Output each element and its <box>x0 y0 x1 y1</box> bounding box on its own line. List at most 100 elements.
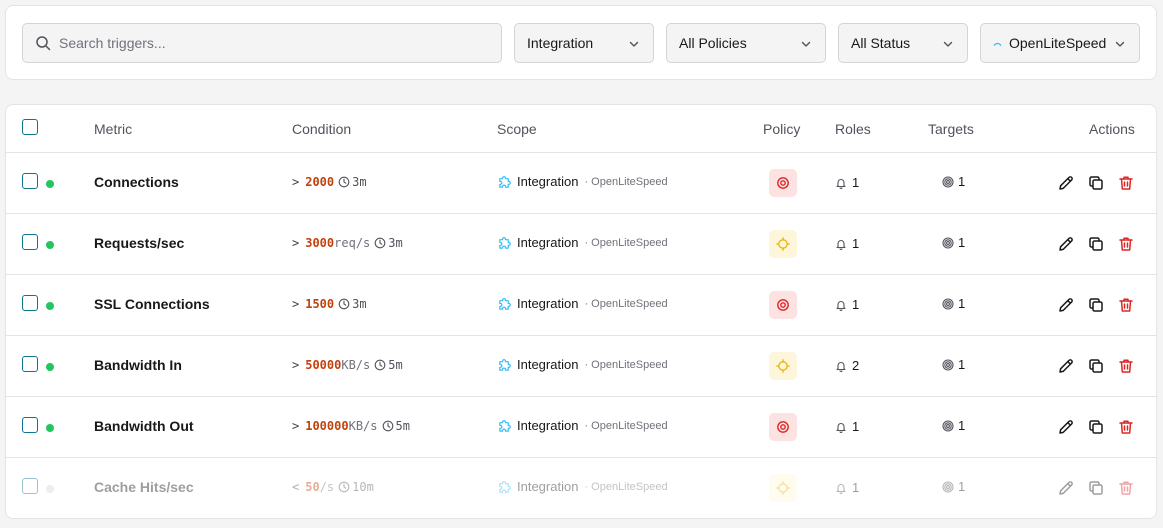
edit-button[interactable] <box>1057 357 1075 375</box>
scope-select-label: Integration <box>527 35 594 51</box>
duplicate-button[interactable] <box>1087 174 1105 192</box>
roles-count[interactable]: 2 <box>835 358 859 373</box>
header-policy[interactable]: Policy <box>763 121 800 137</box>
pencil-icon <box>1059 420 1073 434</box>
pencil-icon <box>1059 176 1073 190</box>
duplicate-button[interactable] <box>1087 235 1105 253</box>
condition-threshold: 3000 <box>305 236 335 250</box>
table-row[interactable]: Connections >2000 3m Integration · OpenLiteS… <box>6 153 1156 214</box>
header-scope[interactable]: Scope <box>497 121 537 137</box>
scope-select[interactable]: Integration <box>514 23 654 63</box>
edit-button[interactable] <box>1057 479 1075 497</box>
edit-button[interactable] <box>1057 418 1075 436</box>
delete-button[interactable] <box>1117 357 1135 375</box>
edit-button[interactable] <box>1057 174 1075 192</box>
roles-count[interactable]: 1 <box>835 480 859 495</box>
pencil-icon <box>1059 481 1073 495</box>
condition-threshold: 50 <box>305 480 320 494</box>
header-metric[interactable]: Metric <box>94 121 132 137</box>
bell-icon <box>836 300 846 311</box>
table-row[interactable]: Cache Hits/sec <50/s 10m Integration · OpenL… <box>6 458 1156 518</box>
row-checkbox[interactable] <box>22 417 38 433</box>
header-targets[interactable]: Targets <box>928 121 974 137</box>
filter-bar: Integration All Policies All Status Open… <box>5 5 1157 80</box>
targets-count[interactable]: 1 <box>942 235 965 250</box>
table-row[interactable]: Bandwidth Out >100000 KB/s 5m Integration · O… <box>6 397 1156 458</box>
clock-icon <box>338 176 350 188</box>
select-all-checkbox[interactable] <box>22 119 38 135</box>
sun-icon <box>776 237 790 251</box>
header-actions: Actions <box>1089 121 1135 137</box>
scope-label: Integration <box>517 296 579 311</box>
delete-button[interactable] <box>1117 174 1135 192</box>
duplicate-button[interactable] <box>1087 418 1105 436</box>
status-dot <box>46 302 54 310</box>
condition-unit: KB/s <box>341 358 371 372</box>
targets-count[interactable]: 1 <box>942 479 965 494</box>
triggers-table: Metric Condition Scope Policy Roles Targ… <box>5 104 1157 519</box>
puzzle-icon <box>499 420 511 432</box>
trash-icon <box>1119 237 1133 251</box>
edit-button[interactable] <box>1057 296 1075 314</box>
roles-count[interactable]: 1 <box>835 297 859 312</box>
copy-icon <box>1089 298 1103 312</box>
integration-select[interactable]: OpenLiteSpeed <box>980 23 1140 63</box>
condition-operator: > <box>292 236 300 250</box>
copy-icon <box>1089 359 1103 373</box>
radar-icon <box>942 236 954 249</box>
policy-badge[interactable] <box>769 230 797 258</box>
status-select[interactable]: All Status <box>838 23 968 63</box>
header-roles[interactable]: Roles <box>835 121 871 137</box>
targets-count[interactable]: 1 <box>942 357 965 372</box>
condition-unit: /s <box>319 480 335 494</box>
delete-button[interactable] <box>1117 296 1135 314</box>
scope-target: · OpenLiteSpeed <box>584 297 668 310</box>
condition-duration: 10m <box>352 480 374 494</box>
header-condition[interactable]: Condition <box>292 121 351 137</box>
metric-name: Requests/sec <box>94 235 185 251</box>
chevron-down-icon <box>943 41 953 47</box>
condition-operator: > <box>292 175 300 189</box>
targets-count[interactable]: 1 <box>942 174 965 189</box>
table-row[interactable]: Requests/sec >3000 req/s 3m Integration · Ope… <box>6 214 1156 275</box>
policy-select[interactable]: All Policies <box>666 23 826 63</box>
policy-badge[interactable] <box>769 291 797 319</box>
duplicate-button[interactable] <box>1087 357 1105 375</box>
policy-badge[interactable] <box>769 474 797 502</box>
roles-value: 1 <box>852 297 860 312</box>
duplicate-button[interactable] <box>1087 296 1105 314</box>
status-dot <box>46 363 54 371</box>
clock-icon <box>374 237 386 249</box>
edit-button[interactable] <box>1057 235 1075 253</box>
row-checkbox[interactable] <box>22 295 38 311</box>
policy-badge[interactable] <box>769 413 797 441</box>
roles-count[interactable]: 1 <box>835 419 859 434</box>
policy-badge[interactable] <box>769 169 797 197</box>
condition-operator: > <box>292 358 300 372</box>
row-checkbox[interactable] <box>22 478 38 494</box>
search-input[interactable] <box>59 24 489 62</box>
table-row[interactable]: SSL Connections >1500 3m Integration · OpenL… <box>6 275 1156 336</box>
scope: Integration · OpenLiteSpeed <box>497 357 668 372</box>
clock-icon <box>338 298 350 310</box>
delete-button[interactable] <box>1117 418 1135 436</box>
status-select-label: All Status <box>851 35 911 51</box>
target-icon <box>777 299 789 311</box>
targets-count[interactable]: 1 <box>942 418 965 433</box>
policy-badge[interactable] <box>769 352 797 380</box>
status-dot <box>46 180 54 188</box>
targets-count[interactable]: 1 <box>942 296 965 311</box>
delete-button[interactable] <box>1117 235 1135 253</box>
roles-count[interactable]: 1 <box>835 175 859 190</box>
targets-value: 1 <box>958 296 966 311</box>
table-row[interactable]: Bandwidth In >50000 KB/s 5m Integration · Ope… <box>6 336 1156 397</box>
targets-value: 1 <box>958 418 966 433</box>
row-checkbox[interactable] <box>22 173 38 189</box>
row-checkbox[interactable] <box>22 356 38 372</box>
roles-count[interactable]: 1 <box>835 236 859 251</box>
delete-button[interactable] <box>1117 479 1135 497</box>
row-checkbox[interactable] <box>22 234 38 250</box>
search-box[interactable] <box>22 23 502 63</box>
duplicate-button[interactable] <box>1087 479 1105 497</box>
scope-target: · OpenLiteSpeed <box>584 358 668 371</box>
